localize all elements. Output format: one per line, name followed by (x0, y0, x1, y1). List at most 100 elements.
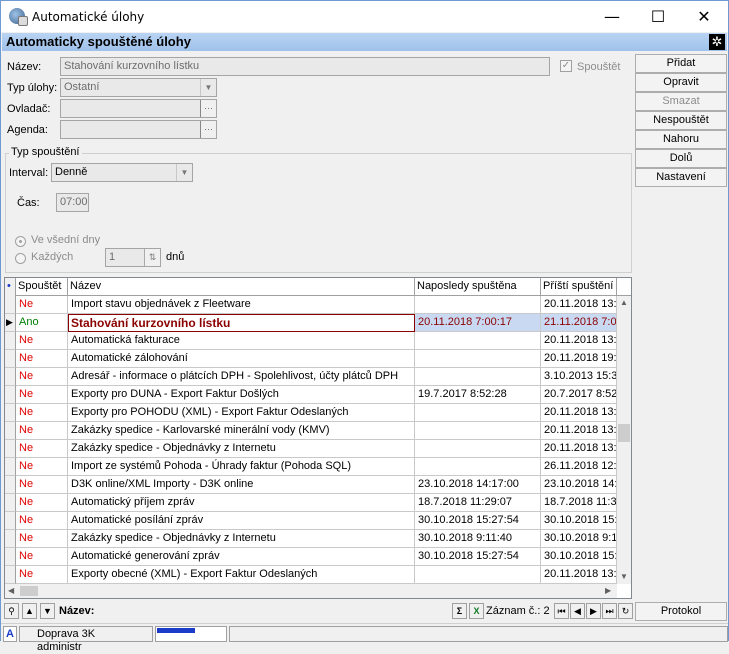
add-button[interactable]: Přidat (635, 54, 727, 73)
column-header-run[interactable]: Spouštět (16, 278, 68, 296)
cell-name: Exporty pro POHODU (XML) - Export Faktur… (68, 404, 415, 422)
every-radio[interactable] (15, 253, 26, 264)
cell-name: Import stavu objednávek z Fleetware (68, 296, 415, 314)
sort-down-icon[interactable]: ▼ (40, 603, 55, 619)
cell-last: 30.10.2018 15:27:54 (415, 548, 541, 566)
driver-field[interactable]: ⋯ (60, 99, 217, 118)
table-row[interactable]: Ne Zakázky spedice - Objednávky z Interne… (5, 530, 617, 548)
delete-button[interactable]: Smazat (635, 92, 727, 111)
cell-run: Ne (16, 332, 68, 350)
table-row[interactable]: Ne Import ze systémů Pohoda - Úhrady fakt… (5, 458, 617, 476)
cell-last: 30.10.2018 9:11:40 (415, 530, 541, 548)
agenda-field[interactable]: ⋯ (60, 120, 217, 139)
maximize-button[interactable]: ☐ (635, 1, 681, 32)
cell-next: 20.11.2018 13: (541, 440, 617, 458)
section-title: Automaticky spouštěné úlohy (6, 34, 191, 49)
scrollbar-thumb[interactable] (20, 586, 38, 596)
cell-name: Zakázky spedice - Objednávky z Internetu (68, 530, 415, 548)
app-icon (9, 8, 28, 26)
sum-icon[interactable]: Σ (452, 603, 467, 619)
protocol-button[interactable]: Protokol (635, 602, 727, 621)
sort-up-icon[interactable]: ▲ (22, 603, 37, 619)
table-row[interactable]: Ne Zakázky spedice - Karlovarské mineráln… (5, 422, 617, 440)
refresh-icon[interactable]: ↻ (618, 603, 633, 619)
type-select[interactable]: Ostatní ▼ (60, 78, 217, 97)
picker-icon[interactable]: ⋯ (200, 121, 216, 138)
table-row[interactable]: Ne Adresář - informace o plátcích DPH - S… (5, 368, 617, 386)
cell-name: Stahování kurzovního lístku (68, 314, 415, 332)
cell-next: 3.10.2013 15:3 (541, 368, 617, 386)
table-row[interactable]: ▶ Ano Stahování kurzovního lístku 20.11.201… (5, 314, 617, 332)
agenda-label: Agenda: (7, 124, 48, 136)
edit-button[interactable]: Opravit (635, 73, 727, 92)
name-field[interactable]: Stahování kurzovního lístku (60, 57, 550, 76)
chevron-down-icon[interactable]: ▼ (200, 79, 216, 96)
cell-last (415, 566, 541, 584)
settings-button[interactable]: Nastavení (635, 168, 727, 187)
column-header-next-run[interactable]: Příští spuštění (541, 278, 617, 296)
table-row[interactable]: Ne Exporty pro POHODU (XML) - Export Fakt… (5, 404, 617, 422)
table-row[interactable]: Ne Automatická fakturace 20.11.2018 13: (5, 332, 617, 350)
cell-last (415, 350, 541, 368)
table-row[interactable]: Ne D3K online/XML Importy - D3K online 23.… (5, 476, 617, 494)
cell-next: 30.10.2018 15: (541, 548, 617, 566)
previous-record-icon[interactable]: ◀ (570, 603, 585, 619)
cell-name: Exporty pro DUNA - Export Faktur Došlých (68, 386, 415, 404)
every-days-stepper[interactable]: 1 ⇅ (105, 248, 161, 267)
cell-run: Ne (16, 512, 68, 530)
last-record-icon[interactable]: ⏭ (602, 603, 617, 619)
picker-icon[interactable]: ⋯ (200, 100, 216, 117)
minimize-button[interactable]: — (589, 1, 635, 32)
row-indicator (5, 458, 16, 476)
scroll-left-icon[interactable]: ◀ (8, 586, 14, 595)
cell-last: 30.10.2018 15:27:54 (415, 512, 541, 530)
run-checkbox[interactable]: ✓ (560, 60, 572, 72)
horizontal-scrollbar[interactable]: ◀ ▶ (5, 584, 617, 598)
weekdays-radio[interactable] (15, 236, 26, 247)
table-row[interactable]: Ne Automatický příjem zpráv 18.7.2018 11:2… (5, 494, 617, 512)
section-header: Automaticky spouštěné úlohy ✲ (2, 33, 727, 51)
cell-name: Zakázky spedice - Objednávky z Internetu (68, 440, 415, 458)
scroll-down-icon[interactable]: ▼ (620, 572, 628, 581)
column-header-last-run[interactable]: Naposledy spuštěna (415, 278, 541, 296)
cell-run: Ne (16, 548, 68, 566)
cell-run: Ne (16, 422, 68, 440)
cell-run: Ne (16, 350, 68, 368)
table-row[interactable]: Ne Automatické zálohování 20.11.2018 19: (5, 350, 617, 368)
every-label: Každých (31, 251, 74, 263)
move-up-button[interactable]: Nahoru (635, 130, 727, 149)
row-indicator (5, 530, 16, 548)
table-row[interactable]: Ne Exporty obecné (XML) - Export Faktur O… (5, 566, 617, 584)
cell-next: 21.11.2018 7:0 (541, 314, 617, 332)
scroll-right-icon[interactable]: ▶ (605, 586, 611, 595)
scrollbar-thumb[interactable] (618, 424, 630, 442)
scroll-up-icon[interactable]: ▲ (620, 298, 628, 307)
first-record-icon[interactable]: ⏮ (554, 603, 569, 619)
excel-icon[interactable]: X (469, 603, 484, 619)
cell-last: 23.10.2018 14:17:00 (415, 476, 541, 494)
time-field[interactable]: 07:00 (56, 193, 89, 212)
table-row[interactable]: Ne Automatické generování zpráv 30.10.2018… (5, 548, 617, 566)
chevron-down-icon[interactable]: ▼ (176, 164, 192, 181)
column-header-name[interactable]: Název (68, 278, 415, 296)
disable-run-button[interactable]: Nespouštět (635, 111, 727, 130)
cell-next: 20.11.2018 13: (541, 422, 617, 440)
vertical-scrollbar[interactable]: ▲ ▼ (617, 296, 631, 584)
search-icon[interactable]: ⚲ (4, 603, 19, 619)
spinner-icon[interactable]: ⇅ (144, 249, 160, 266)
table-row[interactable]: Ne Import stavu objednávek z Fleetware 20.… (5, 296, 617, 314)
cell-run: Ne (16, 368, 68, 386)
gear-icon[interactable]: ✲ (709, 34, 725, 50)
cell-name: Automatický příjem zpráv (68, 494, 415, 512)
cell-run: Ne (16, 404, 68, 422)
close-button[interactable]: ✕ (681, 1, 727, 32)
table-row[interactable]: Ne Automatické posílání zpráv 30.10.2018 1… (5, 512, 617, 530)
table-row[interactable]: Ne Exporty pro DUNA - Export Faktur Došlý… (5, 386, 617, 404)
interval-select[interactable]: Denně ▼ (51, 163, 193, 182)
cell-run: Ne (16, 440, 68, 458)
tasks-table: • Spouštět Název Naposledy spuštěna Příš… (4, 277, 632, 599)
table-row[interactable]: Ne Zakázky spedice - Objednávky z Interne… (5, 440, 617, 458)
time-field-value: 07:00 (60, 196, 88, 208)
move-down-button[interactable]: Dolů (635, 149, 727, 168)
next-record-icon[interactable]: ▶ (586, 603, 601, 619)
